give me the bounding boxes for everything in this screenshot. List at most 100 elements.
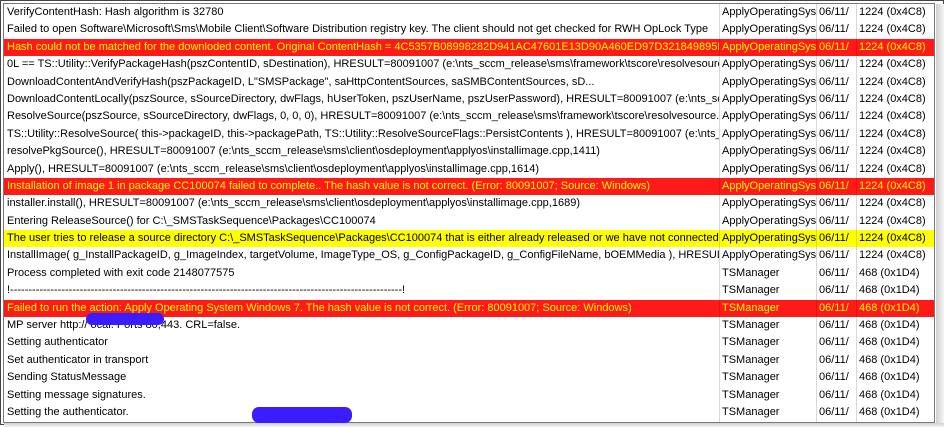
- log-thread: 1224 (0x4C8): [859, 75, 926, 88]
- log-component: ApplyOperatingSyst: [720, 38, 817, 57]
- log-message: resolvePkgSource(), HRESULT=80091007 (e:…: [4, 143, 720, 161]
- log-component: ApplyOperatingSyst: [720, 177, 817, 196]
- log-thread: 1224 (0x4C8): [859, 179, 926, 192]
- log-row[interactable]: Apply(), HRESULT=80091007 (e:\nts_sccm_r…: [4, 160, 934, 178]
- log-message: TS::Utility::ResolveSource( this->packag…: [4, 125, 720, 144]
- log-viewer-window: VerifyContentHash: Hash algorithm is 327…: [0, 0, 944, 425]
- log-thread: 468 (0x1D4): [859, 319, 920, 332]
- log-component: TSManager: [720, 369, 817, 387]
- log-date: 06/11/: [817, 38, 857, 57]
- log-thread: 468 (0x1D4): [859, 371, 920, 384]
- log-date: 06/11/: [817, 21, 857, 39]
- log-date: 06/11/: [817, 317, 857, 335]
- log-component: ApplyOperatingSyst: [720, 90, 817, 109]
- log-row-error[interactable]: Hash could not be matched for the downlo…: [4, 38, 934, 57]
- log-thread: 1224 (0x4C8): [859, 110, 926, 123]
- log-row[interactable]: resolvePkgSource(), HRESULT=80091007 (e:…: [4, 143, 934, 161]
- log-row-error[interactable]: Installation of image 1 in package CC100…: [4, 177, 934, 196]
- log-date: 06/11/: [817, 56, 857, 74]
- log-row[interactable]: Setting authenticator TSManager 06/11/468 …: [4, 334, 934, 352]
- log-component: ApplyOperatingSyst: [720, 21, 817, 39]
- log-date: 06/11/: [817, 73, 857, 91]
- log-thread: 1224 (0x4C8): [859, 232, 926, 245]
- log-component: TSManager: [720, 317, 817, 335]
- log-thread: 468 (0x1D4): [859, 266, 920, 279]
- log-list[interactable]: VerifyContentHash: Hash algorithm is 327…: [3, 3, 935, 423]
- log-row[interactable]: TS::Utility::ResolveSource( this->packag…: [4, 125, 934, 144]
- log-component: ApplyOperatingSyst: [720, 108, 817, 126]
- log-row[interactable]: InstallImage( g_InstallPackageID, g_Imag…: [4, 247, 934, 265]
- log-date: 06/11/: [817, 90, 857, 109]
- log-component: ApplyOperatingSyst: [720, 212, 817, 231]
- redaction-mark: [86, 313, 164, 325]
- log-row[interactable]: 0L == TS::Utility::VerifyPackageHash(psz…: [4, 56, 934, 74]
- log-date: 06/11/: [817, 195, 857, 213]
- log-message: DownloadContentLocally(pszSource, sSourc…: [4, 90, 720, 109]
- log-message: Failed to open Software\Microsoft\Sms\Mo…: [4, 21, 720, 39]
- redaction-mark: [252, 407, 352, 423]
- log-message: Installation of image 1 in package CC100…: [4, 177, 720, 196]
- log-row[interactable]: DownloadContentAndVerifyHash(pszPackageI…: [4, 73, 934, 91]
- log-row-warning[interactable]: The user tries to release a source direc…: [4, 230, 934, 248]
- log-thread: 1224 (0x4C8): [859, 127, 926, 140]
- log-row[interactable]: VerifyContentHash: Hash algorithm is 327…: [4, 4, 934, 22]
- log-message: Setting the authenticator.: [4, 403, 720, 422]
- log-row[interactable]: Set authenticator in transport TSManager 0…: [4, 351, 934, 370]
- log-thread: 1224 (0x4C8): [859, 162, 926, 175]
- log-date: 06/11/: [817, 230, 857, 248]
- log-component: ApplyOperatingSyst: [720, 73, 817, 91]
- log-thread: 468 (0x1D4): [859, 353, 920, 366]
- log-component: ApplyOperatingSyst: [720, 125, 817, 144]
- log-component: TSManager: [720, 299, 817, 318]
- log-row[interactable]: DownloadContentLocally(pszSource, sSourc…: [4, 90, 934, 109]
- log-date: 06/11/: [817, 125, 857, 144]
- log-row[interactable]: Entering ReleaseSource() for C:\_SMSTask…: [4, 212, 934, 231]
- log-component: ApplyOperatingSyst: [720, 143, 817, 161]
- log-thread: 468 (0x1D4): [859, 405, 920, 418]
- log-thread: 1224 (0x4C8): [859, 58, 926, 71]
- log-date: 06/11/: [817, 403, 857, 422]
- log-thread: 1224 (0x4C8): [859, 145, 926, 158]
- log-thread: 468 (0x1D4): [859, 336, 920, 349]
- log-date: 06/11/: [817, 160, 857, 178]
- log-component: ApplyOperatingSyst: [720, 160, 817, 178]
- log-message: Process completed with exit code 2148077…: [4, 264, 720, 283]
- log-row[interactable]: !---------------------------------------…: [4, 282, 934, 300]
- log-component: ApplyOperatingSyst: [720, 4, 817, 22]
- log-component: ApplyOperatingSyst: [720, 230, 817, 248]
- log-component: ApplyOperatingSyst: [720, 56, 817, 74]
- log-message: 0L == TS::Utility::VerifyPackageHash(psz…: [4, 56, 720, 74]
- log-row[interactable]: Failed to open Software\Microsoft\Sms\Mo…: [4, 21, 934, 39]
- log-date: 06/11/: [817, 143, 857, 161]
- log-message: Apply(), HRESULT=80091007 (e:\nts_sccm_r…: [4, 160, 720, 178]
- log-component: TSManager: [720, 386, 817, 404]
- log-row[interactable]: ResolveSource(pszSource, sSourceDirector…: [4, 108, 934, 126]
- log-date: 06/11/: [817, 334, 857, 352]
- log-message: !---------------------------------------…: [4, 282, 720, 300]
- log-message: Set authenticator in transport: [4, 351, 720, 370]
- log-thread: 1224 (0x4C8): [859, 197, 926, 210]
- log-message: Entering ReleaseSource() for C:\_SMSTask…: [4, 212, 720, 231]
- log-row[interactable]: Sending StatusMessage TSManager 06/11/468 …: [4, 369, 934, 387]
- log-row[interactable]: installer.install(), HRESULT=80091007 (e…: [4, 195, 934, 213]
- log-row[interactable]: Process completed with exit code 2148077…: [4, 264, 934, 283]
- log-thread: 1224 (0x4C8): [859, 23, 926, 36]
- log-row[interactable]: Setting message signatures. TSManager 06/1…: [4, 386, 934, 404]
- log-date: 06/11/: [817, 4, 857, 22]
- log-message: installer.install(), HRESULT=80091007 (e…: [4, 195, 720, 213]
- log-message: Setting authenticator: [4, 334, 720, 352]
- log-row[interactable]: Setting the authenticator. TSManager 06/11…: [4, 403, 934, 422]
- log-message: InstallImage( g_InstallPackageID, g_Imag…: [4, 247, 720, 265]
- log-thread: 1224 (0x4C8): [859, 92, 926, 105]
- log-date: 06/11/: [817, 299, 857, 318]
- log-date: 06/11/: [817, 264, 857, 283]
- log-message: VerifyContentHash: Hash algorithm is 327…: [4, 4, 720, 22]
- log-message: DownloadContentAndVerifyHash(pszPackageI…: [4, 73, 720, 91]
- log-component: TSManager: [720, 264, 817, 283]
- log-date: 06/11/: [817, 177, 857, 196]
- log-message: Setting message signatures.: [4, 386, 720, 404]
- log-message: ResolveSource(pszSource, sSourceDirector…: [4, 108, 720, 126]
- log-thread: 1224 (0x4C8): [859, 249, 926, 262]
- log-thread: 468 (0x1D4): [859, 284, 920, 297]
- log-component: TSManager: [720, 403, 817, 422]
